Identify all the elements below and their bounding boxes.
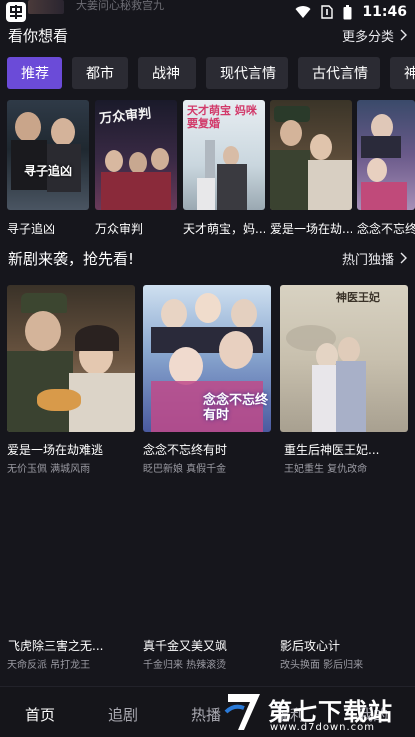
grid-poster-3-title: 重生后神医王妃... bbox=[284, 443, 380, 457]
top-poster-5-caption: 念念不忘终 bbox=[357, 222, 415, 236]
grid-poster-6-tags: 改头换面 影后归来 bbox=[280, 660, 364, 671]
section-title: 新剧来袭，抢先看! bbox=[8, 249, 135, 268]
status-time: 11:46 bbox=[362, 4, 407, 20]
watermark-logo-icon bbox=[224, 694, 260, 730]
site-watermark: 第七下载站 www.d7down.com bbox=[224, 690, 414, 737]
status-icons: 11:46 bbox=[295, 4, 407, 20]
hot-exclusive-link[interactable]: 热门独播 bbox=[342, 249, 407, 268]
grid-poster-1-tags: 无价玉佩 满城风雨 bbox=[7, 464, 91, 475]
notification-text: 大姜问心秘救宫九 bbox=[76, 0, 164, 12]
top-poster-4-caption: 爱是一场在劫... bbox=[270, 222, 352, 236]
grid-poster-5[interactable] bbox=[143, 478, 271, 628]
grid-poster-2-title: 念念不忘终有时 bbox=[143, 443, 228, 457]
grid-poster-3-tags: 王妃重生 复仇改命 bbox=[284, 464, 368, 475]
recommend-header: 看你想看 更多分类 bbox=[8, 25, 407, 45]
grid-poster-2[interactable]: 念念不忘终有时 bbox=[143, 285, 271, 432]
top-poster-4[interactable] bbox=[270, 100, 352, 210]
sim-icon bbox=[321, 5, 334, 19]
top-poster-2-caption: 万众审判 bbox=[95, 222, 144, 236]
poster-image: 神医王妃 bbox=[280, 285, 408, 432]
poster-image bbox=[270, 100, 352, 210]
grid-poster-4-title: 飞虎除三害之无... bbox=[8, 639, 104, 653]
grid-poster-1-title: 爱是一场在劫难逃 bbox=[7, 443, 104, 457]
app-logo-icon bbox=[6, 2, 26, 22]
poster-image bbox=[357, 100, 415, 210]
hot-exclusive-label: 热门独播 bbox=[341, 252, 394, 268]
top-poster-1-caption: 寻子追凶 bbox=[7, 222, 56, 236]
grid-poster-6-title: 影后攻心计 bbox=[280, 639, 341, 653]
chevron-right-icon bbox=[400, 29, 407, 41]
top-poster-5[interactable] bbox=[357, 100, 415, 210]
category-more[interactable]: 神 bbox=[390, 57, 415, 89]
category-tabs: 推荐 都市 战神 现代言情 古代言情 神 bbox=[7, 57, 415, 89]
more-categories-label: 更多分类 bbox=[341, 29, 394, 45]
tab-hot[interactable]: 热播 bbox=[191, 704, 221, 725]
poster-title-art: 天才萌宝 妈咪要复婚 bbox=[187, 104, 257, 130]
category-urban[interactable]: 都市 bbox=[72, 57, 128, 89]
top-poster-2[interactable]: 万众审判 bbox=[95, 100, 177, 210]
poster-title-art: 念念不忘终有时 bbox=[203, 393, 269, 423]
wifi-icon bbox=[295, 6, 311, 19]
status-bar: 大姜问心秘救宫九 11:46 bbox=[0, 0, 415, 24]
tab-home[interactable]: 首页 bbox=[25, 704, 55, 725]
poster-image bbox=[7, 285, 135, 432]
notification-thumbnail bbox=[28, 0, 64, 14]
grid-poster-1[interactable] bbox=[7, 285, 135, 432]
poster-title-art: 万众审判 bbox=[98, 106, 152, 127]
poster-title-art: 神医王妃 bbox=[336, 291, 380, 304]
grid-poster-3[interactable]: 神医王妃 bbox=[280, 285, 408, 432]
grid-poster-4-tags: 天命反派 吊打龙王 bbox=[7, 660, 91, 671]
grid-poster-6[interactable] bbox=[280, 478, 408, 628]
poster-image: 念念不忘终有时 bbox=[143, 285, 271, 432]
tab-follow[interactable]: 追剧 bbox=[108, 704, 138, 725]
watermark-url: www.d7down.com bbox=[270, 722, 376, 733]
poster-image: 万众审判 bbox=[95, 100, 177, 210]
grid-poster-4[interactable] bbox=[7, 478, 135, 628]
grid-poster-5-title: 真千金又美又飒 bbox=[143, 639, 228, 653]
grid-poster-5-tags: 千金归来 热辣滚烫 bbox=[143, 660, 227, 671]
section-title: 看你想看 bbox=[8, 26, 69, 45]
top-poster-3[interactable]: 天才萌宝 妈咪要复婚 bbox=[183, 100, 265, 210]
poster-image: 天才萌宝 妈咪要复婚 bbox=[183, 100, 265, 210]
category-ancient-romance[interactable]: 古代言情 bbox=[298, 57, 380, 89]
category-modern-romance[interactable]: 现代言情 bbox=[206, 57, 288, 89]
battery-icon bbox=[343, 4, 352, 19]
grid-poster-2-tags: 眨巴新娘 真假千金 bbox=[143, 464, 227, 475]
poster-title-art: 寻子追凶 bbox=[23, 164, 72, 178]
category-recommend[interactable]: 推荐 bbox=[7, 57, 62, 89]
poster-image: 寻子追凶 bbox=[7, 100, 89, 210]
more-categories-link[interactable]: 更多分类 bbox=[342, 26, 407, 45]
category-war-god[interactable]: 战神 bbox=[138, 57, 196, 89]
top-poster-1[interactable]: 寻子追凶 bbox=[7, 100, 89, 210]
new-drama-header: 新剧来袭，抢先看! 热门独播 bbox=[8, 248, 407, 268]
chevron-right-icon bbox=[400, 252, 407, 264]
top-poster-3-caption: 天才萌宝，妈... bbox=[183, 222, 265, 236]
